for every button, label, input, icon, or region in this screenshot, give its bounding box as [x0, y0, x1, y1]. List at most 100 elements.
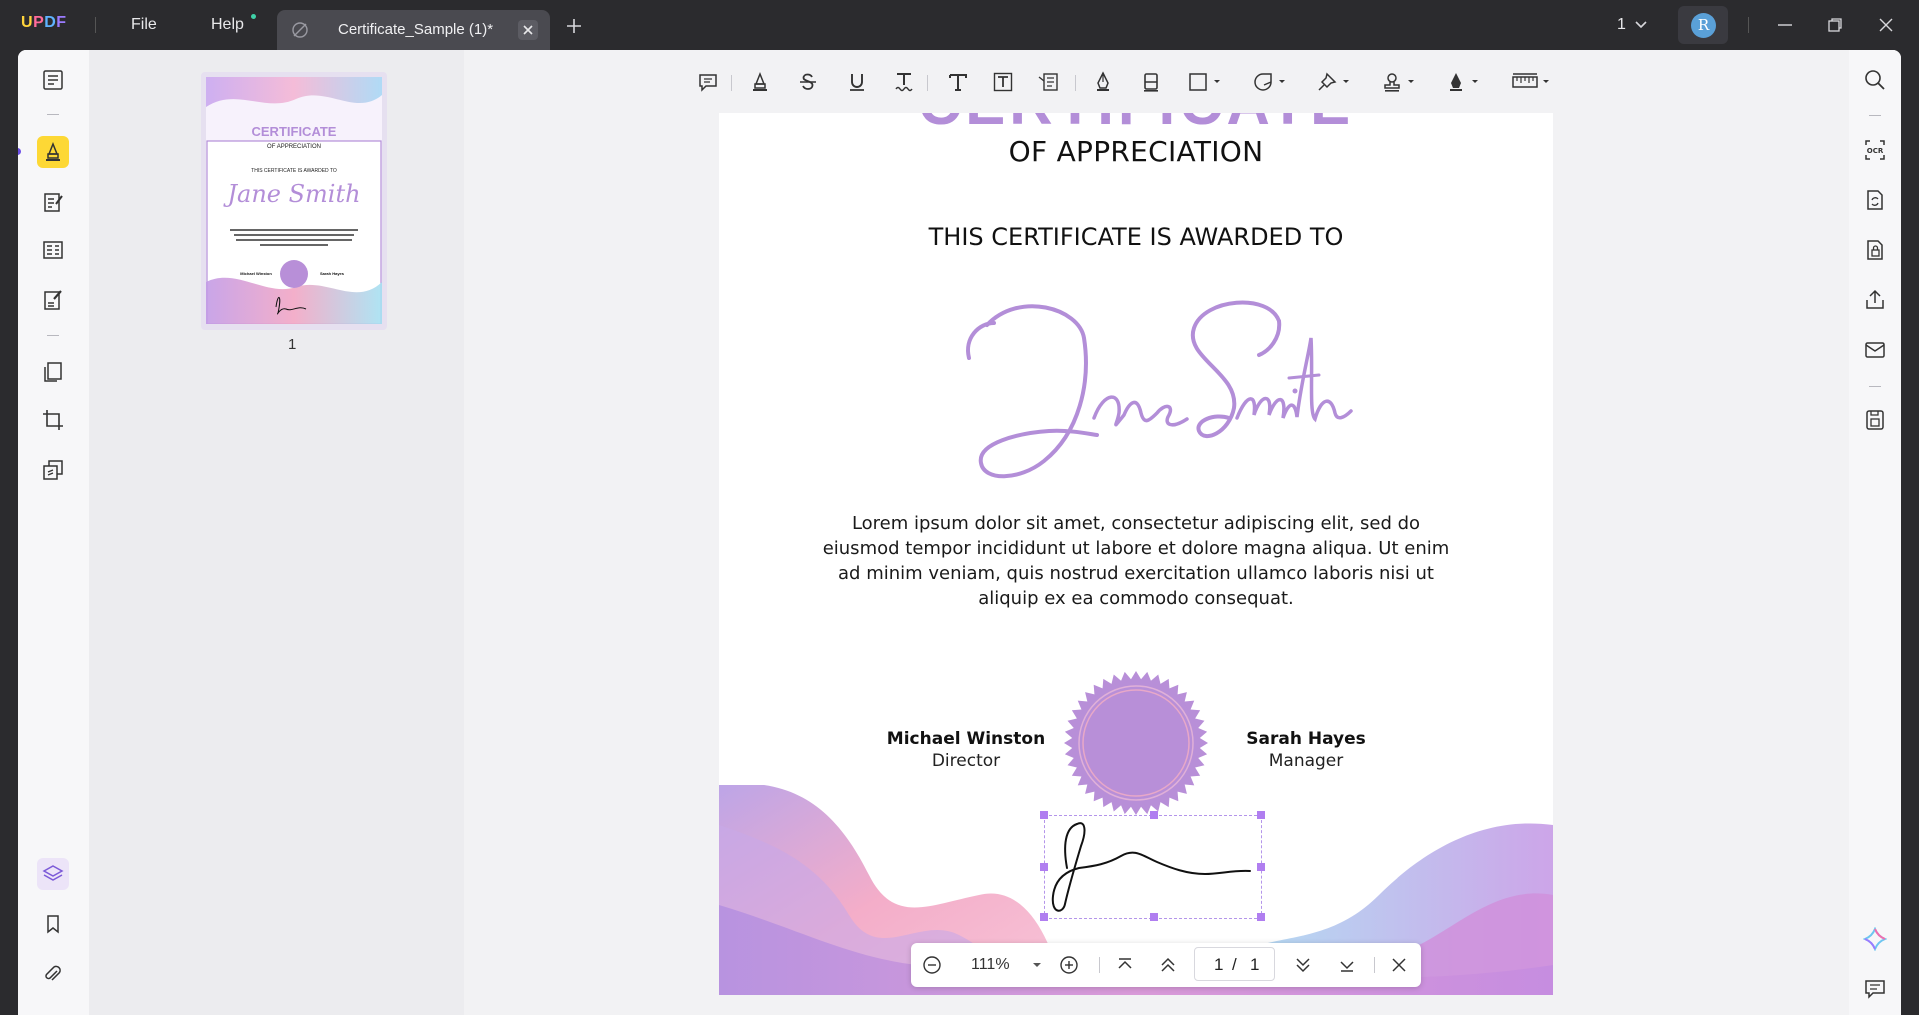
thumbnail-page-number: 1 [288, 336, 297, 353]
organize-pages-button[interactable] [37, 356, 69, 388]
signer-right-name: Sarah Hayes [1246, 729, 1366, 749]
search-button[interactable] [1863, 68, 1887, 92]
resize-handle[interactable] [1040, 913, 1048, 921]
save-as-button[interactable] [1863, 408, 1887, 432]
resize-handle[interactable] [1040, 811, 1048, 819]
thumb-signer-left: Michael Winston [240, 271, 272, 276]
pin-tool[interactable] [1314, 68, 1358, 96]
resize-handle[interactable] [1150, 811, 1158, 819]
edit-pdf-button[interactable] [37, 186, 69, 218]
app-logo[interactable]: UPDF [21, 14, 67, 32]
rail-separator [47, 335, 59, 336]
zoom-out-button[interactable] [921, 954, 943, 976]
thumbnail-panel: CERTIFICATE OF APPRECIATION THIS CERTIFI… [89, 50, 464, 1015]
page-number-input[interactable]: 1 / 1 [1194, 947, 1275, 981]
layers-button[interactable] [37, 858, 69, 890]
certificate-body-text: Lorem ipsum dolor sit amet, consectetur … [822, 513, 1450, 609]
shape-tool[interactable] [1185, 68, 1229, 96]
unsaved-icon [291, 21, 309, 39]
ocr-button[interactable]: OCR [1863, 138, 1887, 162]
bookmarks-button[interactable] [37, 908, 69, 940]
measure-tool[interactable] [1509, 68, 1557, 96]
window-close-button[interactable] [1877, 16, 1895, 34]
minimize-button[interactable] [1776, 16, 1794, 34]
squiggly-tool[interactable] [890, 68, 918, 96]
zoom-level[interactable]: 111% [971, 956, 1010, 974]
ocr-icon: OCR [1865, 140, 1885, 160]
highlight-tool[interactable] [746, 68, 774, 96]
thumb-awarded: THIS CERTIFICATE IS AWARDED TO [251, 168, 337, 174]
pencil-tool[interactable] [1089, 68, 1117, 96]
rail-separator [47, 114, 59, 115]
resize-handle[interactable] [1257, 863, 1265, 871]
text-icon [949, 74, 967, 91]
page-thumbnail[interactable]: CERTIFICATE OF APPRECIATION THIS CERTIFI… [201, 72, 387, 330]
document-viewer: CERTIFICATE OF APPRECIATION THIS CERTIFI… [464, 50, 1849, 1015]
sticky-note-tool[interactable] [694, 68, 722, 96]
fill-sign-button[interactable] [37, 284, 69, 316]
first-page-button[interactable] [1114, 954, 1136, 976]
thumb-recipient: Jane Smith [227, 180, 361, 208]
thumb-body-lines [230, 227, 358, 249]
underline-tool[interactable] [843, 68, 871, 96]
stamp-tool[interactable] [1379, 68, 1423, 96]
share-button[interactable] [1863, 288, 1887, 312]
reader-mode-button[interactable] [37, 64, 69, 96]
tab-close-button[interactable] [518, 20, 538, 40]
last-page-icon [1340, 961, 1354, 972]
eraser-tool[interactable] [1137, 68, 1165, 96]
resize-handle[interactable] [1150, 913, 1158, 921]
account-button[interactable]: R [1678, 6, 1728, 44]
window-page-selector[interactable]: 1 [1617, 16, 1626, 34]
mail-icon [1865, 342, 1885, 358]
strikethrough-tool[interactable] [794, 68, 822, 96]
new-tab-button[interactable] [566, 18, 582, 34]
crop-pages-button[interactable] [37, 404, 69, 436]
protect-button[interactable] [1863, 238, 1887, 262]
close-navigation-button[interactable] [1388, 954, 1410, 976]
ai-assistant-button[interactable] [1863, 927, 1887, 951]
zoom-in-icon [1060, 956, 1078, 974]
next-page-button[interactable] [1292, 954, 1314, 976]
text-box-tool[interactable] [989, 68, 1017, 96]
resize-handle[interactable] [1040, 863, 1048, 871]
comment-mode-button[interactable] [37, 136, 69, 168]
left-tool-rail [18, 50, 89, 1015]
text-callout-tool[interactable] [1034, 68, 1062, 96]
signature-annotation[interactable] [1040, 811, 1265, 921]
email-button[interactable] [1863, 338, 1887, 362]
crop-icon [43, 410, 63, 430]
comments-panel-button[interactable] [1863, 977, 1887, 1001]
signature-tool[interactable] [1443, 68, 1487, 96]
chevron-down-icon[interactable] [1634, 20, 1648, 30]
rail-separator [1869, 386, 1881, 387]
last-page-button[interactable] [1336, 954, 1358, 976]
sticker-icon [1254, 73, 1285, 91]
share-icon [1866, 289, 1884, 309]
nav-separator [1374, 957, 1375, 973]
ai-assistant-icon [1863, 927, 1887, 951]
restore-button[interactable] [1826, 16, 1844, 34]
menu-help[interactable]: Help [211, 16, 244, 34]
prepare-form-button[interactable] [37, 234, 69, 266]
zoom-in-button[interactable] [1058, 954, 1080, 976]
signer-right-role: Manager [1268, 751, 1344, 771]
thumbnail-page: CERTIFICATE OF APPRECIATION THIS CERTIFI… [206, 77, 382, 324]
menu-file[interactable]: File [131, 16, 157, 34]
form-icon [43, 241, 63, 259]
previous-page-button[interactable] [1157, 954, 1179, 976]
page-tools-button[interactable] [37, 454, 69, 486]
total-pages: 1 [1250, 955, 1260, 974]
recipient-name-script [966, 300, 1353, 479]
text-tool[interactable] [944, 68, 972, 96]
reader-icon [43, 70, 63, 90]
convert-button[interactable] [1863, 188, 1887, 212]
document-tab[interactable]: Certificate_Sample (1)* [277, 10, 550, 50]
resize-handle[interactable] [1257, 913, 1265, 921]
resize-handle[interactable] [1257, 811, 1265, 819]
sticker-tool[interactable] [1250, 68, 1294, 96]
thumb-subtitle: OF APPRECIATION [267, 144, 321, 150]
attachments-button[interactable] [37, 958, 69, 990]
zoom-dropdown-button[interactable] [1026, 954, 1048, 976]
nav-separator [1099, 957, 1100, 973]
